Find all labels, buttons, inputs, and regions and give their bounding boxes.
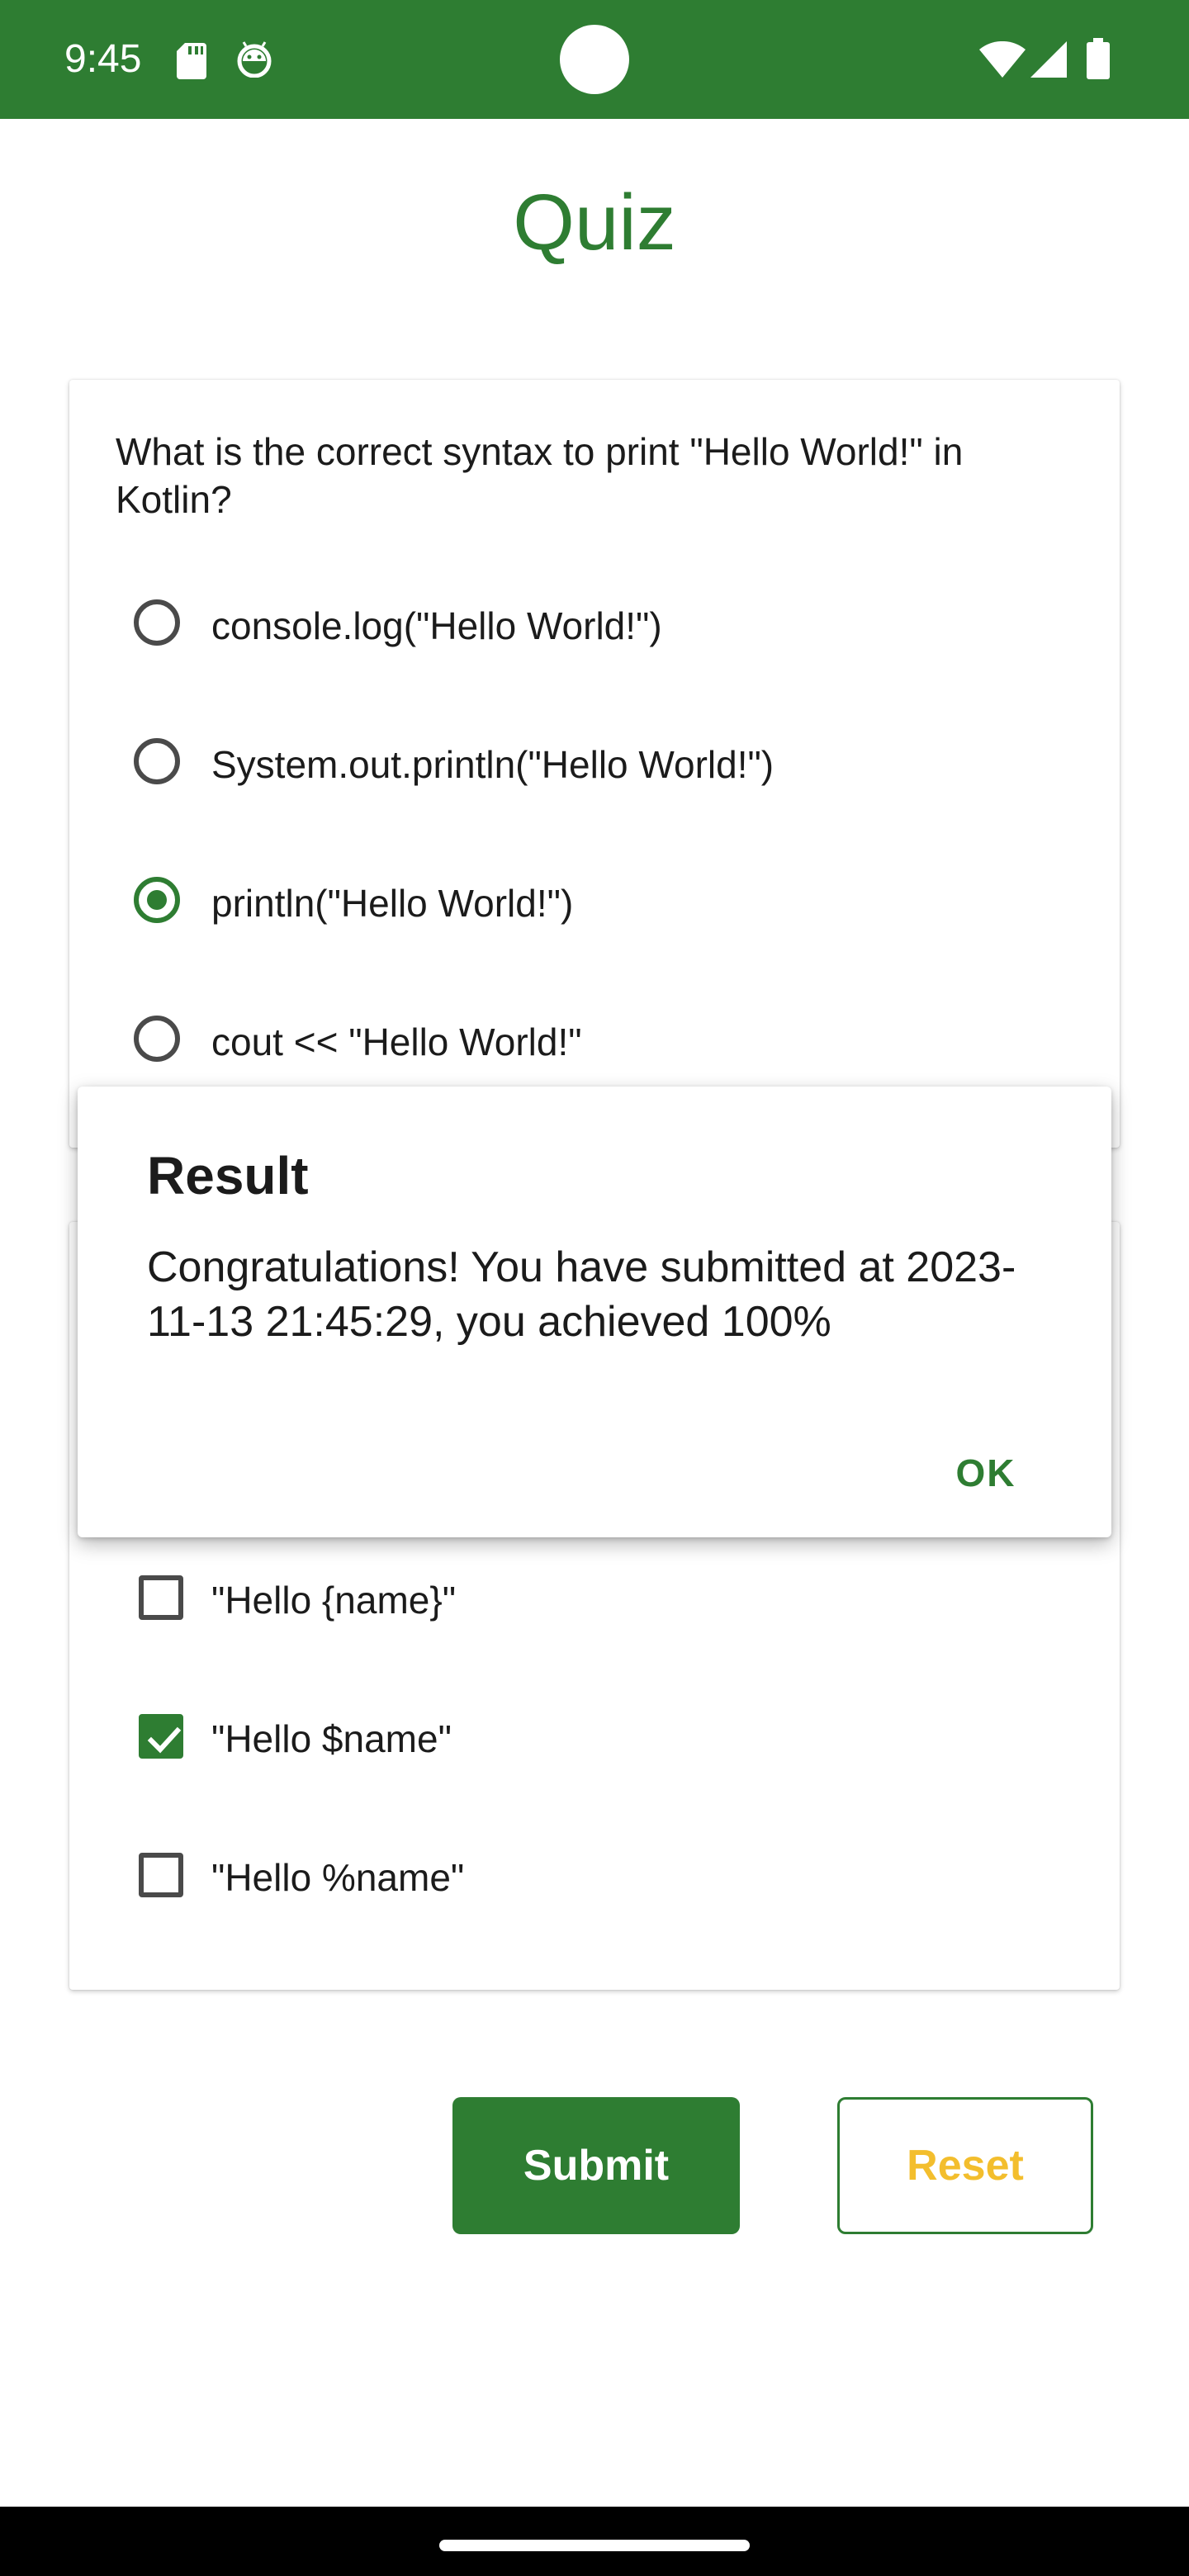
radio-option-println[interactable]: println("Hello World!") bbox=[132, 862, 1082, 945]
option-label: println("Hello World!") bbox=[211, 882, 574, 925]
wifi-icon bbox=[979, 40, 1026, 82]
question-card-1: What is the correct syntax to print "Hel… bbox=[69, 380, 1120, 1148]
status-time: 9:45 bbox=[64, 37, 142, 81]
sd-card-icon bbox=[177, 43, 206, 83]
page-title: Quiz bbox=[513, 178, 676, 267]
checkbox[interactable] bbox=[139, 1575, 183, 1620]
checkbox[interactable] bbox=[139, 1853, 183, 1897]
dialog-message: Congratulations! You have submitted at 2… bbox=[147, 1243, 1016, 1346]
result-dialog: Result Congratulations! You have submitt… bbox=[78, 1087, 1111, 1537]
checkbox-option-braces[interactable]: "Hello {name}" bbox=[132, 1559, 1082, 1641]
navigation-bar bbox=[0, 2507, 1189, 2576]
dialog-ok-button[interactable]: OK bbox=[936, 1433, 1035, 1513]
question-text: What is the correct syntax to print "Hel… bbox=[116, 430, 964, 521]
radio-button-selected[interactable] bbox=[134, 877, 180, 923]
camera-cutout bbox=[560, 25, 629, 94]
check-icon bbox=[147, 1726, 182, 1754]
option-label: "Hello %name" bbox=[211, 1856, 465, 1899]
reset-button[interactable]: Reset bbox=[837, 2097, 1093, 2234]
option-label: "Hello $name" bbox=[211, 1717, 452, 1760]
option-label: System.out.println("Hello World!") bbox=[211, 743, 775, 786]
option-label: console.log("Hello World!") bbox=[211, 604, 662, 647]
dialog-title: Result bbox=[147, 1146, 309, 1205]
submit-button[interactable]: Submit bbox=[452, 2097, 740, 2234]
android-debug-icon bbox=[236, 41, 272, 82]
radio-button[interactable] bbox=[134, 1016, 180, 1062]
status-bar: 9:45 bbox=[0, 0, 1189, 119]
home-gesture-handle[interactable] bbox=[439, 2540, 750, 2551]
radio-option-console-log[interactable]: console.log("Hello World!") bbox=[132, 585, 1082, 667]
checkbox-option-percent[interactable]: "Hello %name" bbox=[132, 1836, 1082, 1919]
radio-option-cout[interactable]: cout << "Hello World!" bbox=[132, 1001, 1082, 1083]
radio-button[interactable] bbox=[134, 738, 180, 784]
radio-option-system-out[interactable]: System.out.println("Hello World!") bbox=[132, 723, 1082, 806]
cell-signal-icon bbox=[1030, 41, 1067, 82]
checkbox-checked[interactable] bbox=[139, 1714, 183, 1759]
radio-button[interactable] bbox=[134, 599, 180, 646]
battery-icon bbox=[1087, 38, 1110, 83]
option-label: "Hello {name}" bbox=[211, 1579, 457, 1622]
option-label: cout << "Hello World!" bbox=[211, 1020, 582, 1063]
checkbox-option-dollar[interactable]: "Hello $name" bbox=[132, 1698, 1082, 1780]
